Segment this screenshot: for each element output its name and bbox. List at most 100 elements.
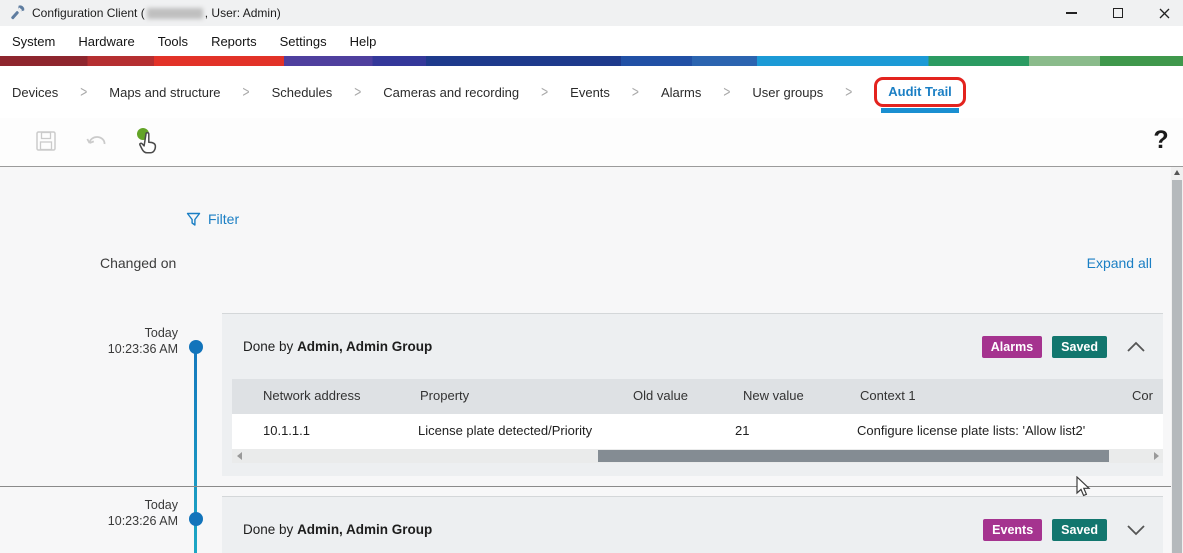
maximize-button[interactable]: [1100, 0, 1136, 26]
col-old-value: Old value: [633, 388, 688, 403]
expand-all-link[interactable]: Expand all: [1087, 255, 1152, 271]
vertical-scrollbar-thumb[interactable]: [1172, 180, 1182, 553]
category-badge: Alarms: [982, 336, 1042, 358]
tab-alarms[interactable]: Alarms: [659, 81, 703, 104]
tab-user-groups[interactable]: User groups: [750, 81, 825, 104]
filter-funnel-icon: [186, 212, 201, 227]
audit-entry-card: Done by Admin, Admin Group Alarms Saved …: [222, 313, 1163, 476]
minimize-icon: [1066, 12, 1077, 13]
cell-network-address: 10.1.1.1: [263, 423, 310, 438]
filter-label: Filter: [208, 211, 239, 227]
audit-entry-card: Done by Admin, Admin Group Events Saved: [222, 496, 1163, 553]
window-title-prefix: Configuration Client (: [32, 6, 145, 20]
timeline-dot: [189, 512, 203, 526]
menu-system[interactable]: System: [8, 32, 59, 51]
chevron-down-icon: [1126, 524, 1146, 536]
tab-audit-trail[interactable]: Audit Trail: [888, 84, 952, 99]
audit-trail-page: Filter Changed on Expand all Today 10:23…: [0, 167, 1183, 553]
state-badge: Saved: [1052, 336, 1107, 358]
redacted-hostname: [147, 8, 203, 19]
done-by-text: Done by Admin, Admin Group: [243, 522, 432, 537]
undo-icon: [85, 130, 109, 152]
cell-new-value: 21: [735, 423, 749, 438]
done-by-user: Admin, Admin Group: [297, 339, 432, 354]
col-property: Property: [420, 388, 469, 403]
active-tab-underline: [881, 108, 959, 113]
col-network-address: Network address: [263, 388, 361, 403]
entry-time: 10:23:36 AM: [73, 341, 178, 357]
done-by-user: Admin, Admin Group: [297, 522, 432, 537]
minimize-button[interactable]: [1053, 0, 1089, 26]
audit-entry-header: Done by Admin, Admin Group Events Saved: [222, 497, 1163, 553]
menu-reports[interactable]: Reports: [207, 32, 261, 51]
tab-separator-icon: >: [354, 83, 361, 101]
timeline-dot: [189, 340, 203, 354]
activate-configuration-hand-icon: [135, 127, 161, 155]
menu-tools[interactable]: Tools: [154, 32, 192, 51]
tab-devices[interactable]: Devices: [10, 81, 60, 104]
activate-configuration-button[interactable]: [131, 124, 165, 158]
chevron-up-icon: [1126, 341, 1146, 353]
brand-color-stripe: [0, 56, 1183, 66]
maximize-icon: [1113, 8, 1123, 18]
close-button[interactable]: [1146, 0, 1182, 26]
save-icon: [35, 130, 57, 152]
tab-schedules[interactable]: Schedules: [270, 81, 335, 104]
cell-property: License plate detected/Priority: [418, 423, 592, 438]
audit-entry-header: Done by Admin, Admin Group Alarms Saved: [222, 314, 1163, 379]
scroll-right-arrow-icon[interactable]: [1149, 449, 1163, 463]
tab-separator-icon: >: [723, 83, 730, 101]
entry-date: Today: [73, 497, 178, 513]
menu-settings[interactable]: Settings: [276, 32, 331, 51]
mouse-cursor: [1076, 476, 1092, 498]
expand-entry-button[interactable]: [1123, 517, 1149, 543]
tab-separator-icon: >: [243, 83, 250, 101]
menu-help[interactable]: Help: [346, 32, 381, 51]
tab-separator-icon: >: [80, 83, 87, 101]
done-by-text: Done by Admin, Admin Group: [243, 339, 432, 354]
cell-context-1: Configure license plate lists: 'Allow li…: [857, 423, 1085, 438]
done-by-label: Done by: [243, 339, 293, 354]
configuration-client-window: Configuration Client ( , User: Admin) Sy…: [0, 0, 1183, 553]
table-header-row: Network address Property Old value New v…: [232, 379, 1163, 414]
close-icon: [1159, 8, 1170, 19]
collapse-entry-button[interactable]: [1123, 334, 1149, 360]
menu-hardware[interactable]: Hardware: [74, 32, 138, 51]
title-bar: Configuration Client ( , User: Admin): [0, 0, 1183, 26]
scroll-up-arrow-icon[interactable]: [1174, 170, 1180, 175]
entry-time: 10:23:26 AM: [73, 513, 178, 529]
menu-bar: System Hardware Tools Reports Settings H…: [0, 26, 1183, 56]
save-button[interactable]: [29, 124, 63, 158]
tab-separator-icon: >: [632, 83, 639, 101]
tab-cameras-and-recording[interactable]: Cameras and recording: [381, 81, 521, 104]
col-context-1: Context 1: [860, 388, 916, 403]
audit-trail-annotation-box: Audit Trail: [874, 77, 966, 107]
help-button[interactable]: ?: [1147, 122, 1175, 158]
filter-button[interactable]: Filter: [186, 211, 239, 227]
table-horizontal-scrollbar[interactable]: [232, 449, 1163, 463]
changed-on-label: Changed on: [100, 255, 176, 271]
state-badge: Saved: [1052, 519, 1107, 541]
app-wrench-icon: [8, 5, 25, 22]
category-badge: Events: [983, 519, 1042, 541]
table-row[interactable]: 10.1.1.1 License plate detected/Priority…: [232, 414, 1163, 449]
col-context-2-clipped: Cor: [1132, 388, 1153, 403]
undo-button[interactable]: [80, 124, 114, 158]
toolbar: ?: [0, 118, 1183, 166]
window-title-suffix: , User: Admin): [205, 6, 281, 20]
page-vertical-scrollbar[interactable]: [1171, 167, 1183, 553]
tab-events[interactable]: Events: [568, 81, 612, 104]
tab-maps-and-structure[interactable]: Maps and structure: [107, 81, 222, 104]
entry-timestamp: Today 10:23:36 AM: [73, 325, 178, 357]
scroll-left-arrow-icon[interactable]: [232, 449, 246, 463]
entry-timestamp: Today 10:23:26 AM: [73, 497, 178, 529]
window-title: Configuration Client ( , User: Admin): [32, 6, 281, 20]
done-by-label: Done by: [243, 522, 293, 537]
col-new-value: New value: [743, 388, 804, 403]
audit-change-table: Network address Property Old value New v…: [232, 379, 1163, 463]
entry-date: Today: [73, 325, 178, 341]
horizontal-scrollbar-thumb[interactable]: [598, 450, 1109, 462]
tab-separator-icon: >: [845, 83, 852, 101]
tab-separator-icon: >: [541, 83, 548, 101]
entry-divider: [0, 486, 1183, 487]
